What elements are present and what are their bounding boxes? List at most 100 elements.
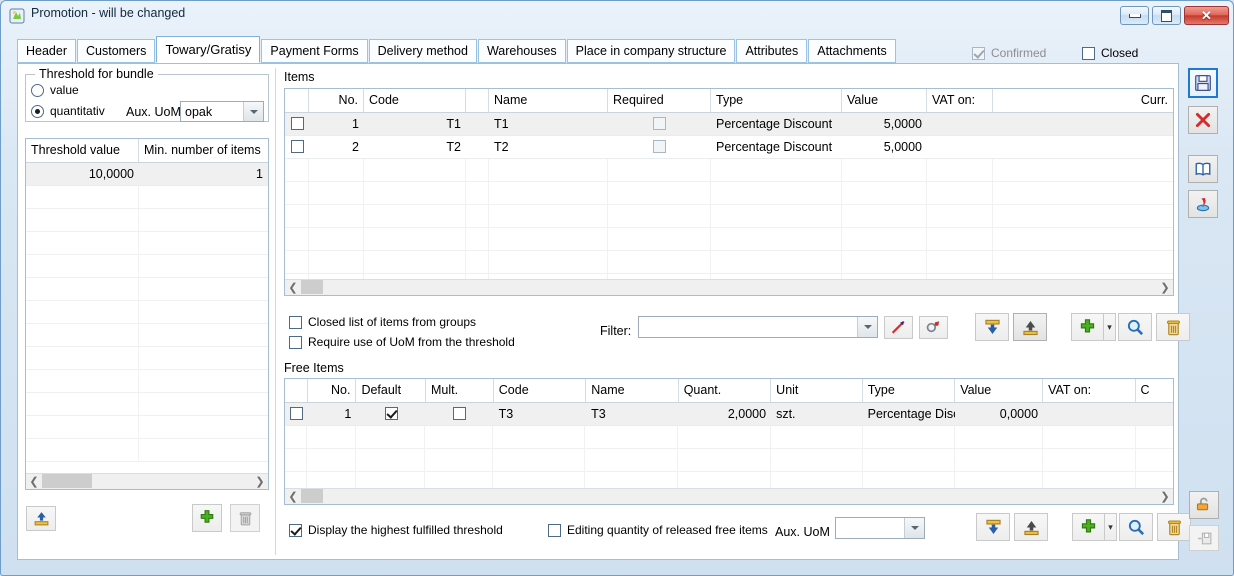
free-col-default[interactable]: Default <box>356 379 427 402</box>
free-col-name[interactable]: Name <box>586 379 679 402</box>
free-col-unit[interactable]: Unit <box>771 379 863 402</box>
radio-quantitative[interactable]: quantitativ <box>31 104 105 118</box>
table-row[interactable]: 2 T2 T2 Percentage Discount 5,0000 <box>285 136 1173 159</box>
free-col-vat-on[interactable]: VAT on: <box>1043 379 1136 402</box>
table-row[interactable]: 10,0000 1 <box>26 163 268 186</box>
close-button[interactable] <box>1188 106 1218 134</box>
row-select-checkbox[interactable] <box>290 140 304 153</box>
radio-value-button[interactable] <box>31 83 44 97</box>
filter-input[interactable] <box>638 316 878 338</box>
free-col-quant[interactable]: Quant. <box>679 379 772 402</box>
threshold-col-threshold-value[interactable]: Threshold value <box>26 139 139 162</box>
free-col-type[interactable]: Type <box>863 379 956 402</box>
free-col-select[interactable] <box>285 379 308 402</box>
free-items-grid[interactable]: No. Default Mult. Code Name Quant. Unit … <box>284 378 1174 505</box>
free-col-mult[interactable]: Mult. <box>426 379 494 402</box>
items-search-button[interactable] <box>1118 313 1152 341</box>
scroll-right-icon[interactable]: ❯ <box>252 474 268 490</box>
free-items-grid-hscrollbar[interactable]: ❮ ❯ <box>285 488 1173 504</box>
closed-list-checkbox-box[interactable] <box>289 315 302 329</box>
free-col-no[interactable]: No. <box>308 379 357 402</box>
items-import-button[interactable] <box>975 313 1009 341</box>
tab-payment-forms[interactable]: Payment Forms <box>261 39 368 63</box>
tab-towary-gratisy[interactable]: Towary/Gratisy <box>156 36 261 63</box>
editing-quantity-checkbox-box[interactable] <box>548 523 561 537</box>
scroll-right-icon[interactable]: ❯ <box>1157 280 1173 296</box>
radio-value[interactable]: value <box>31 83 79 97</box>
items-delete-button[interactable] <box>1156 313 1190 341</box>
items-col-required[interactable]: Required <box>608 89 711 112</box>
free-items-import-button[interactable] <box>976 513 1010 541</box>
scroll-track[interactable] <box>42 473 252 490</box>
row-select-checkbox[interactable] <box>290 407 303 420</box>
paste-button[interactable] <box>1188 190 1218 218</box>
threshold-grid-hscrollbar[interactable]: ❮ ❯ <box>26 473 268 489</box>
threshold-grid[interactable]: Threshold value Min. number of items 10,… <box>25 138 269 490</box>
clear-filter-button[interactable] <box>884 316 913 339</box>
tab-attributes[interactable]: Attributes <box>736 39 808 63</box>
cell-mult-checkbox[interactable] <box>453 407 467 420</box>
scroll-left-icon[interactable]: ❮ <box>285 280 301 296</box>
save-button[interactable] <box>1188 68 1218 98</box>
editing-quantity-checkbox[interactable]: Editing quantity of released free items <box>548 523 768 537</box>
tab-header[interactable]: Header <box>17 39 76 63</box>
tab-place-in-company-structure[interactable]: Place in company structure <box>566 39 736 63</box>
free-items-export-button[interactable] <box>1014 513 1048 541</box>
close-button[interactable]: ✕ <box>1184 6 1229 25</box>
threshold-aux-uom-combo[interactable]: opak <box>180 101 264 122</box>
filter-builder-button[interactable] <box>919 316 948 339</box>
table-row[interactable]: 1 T1 T1 Percentage Discount 5,0000 <box>285 113 1173 136</box>
items-col-no[interactable]: No. <box>309 89 364 112</box>
closed-checkbox-box[interactable] <box>1082 46 1095 60</box>
items-col-name[interactable]: Name <box>489 89 608 112</box>
items-col-select[interactable] <box>285 89 309 112</box>
items-col-vat-on[interactable]: VAT on: <box>927 89 993 112</box>
unlock-button[interactable] <box>1189 491 1219 519</box>
tab-delivery-method[interactable]: Delivery method <box>368 39 477 63</box>
panel-divider[interactable] <box>275 68 276 555</box>
threshold-add-button[interactable] <box>192 504 222 532</box>
threshold-col-min-items[interactable]: Min. number of items <box>139 139 268 162</box>
items-export-button[interactable] <box>1013 313 1047 341</box>
radio-quantitative-button[interactable] <box>31 104 44 118</box>
row-select-checkbox[interactable] <box>290 117 304 130</box>
items-col-value[interactable]: Value <box>842 89 927 112</box>
items-grid[interactable]: No. Code Name Required Type Value VAT on… <box>284 88 1174 296</box>
chevron-down-icon[interactable] <box>904 518 924 538</box>
scroll-left-icon[interactable]: ❮ <box>285 489 301 505</box>
tab-customers[interactable]: Customers <box>77 39 156 63</box>
help-book-button[interactable] <box>1188 155 1218 183</box>
free-items-add-button[interactable] <box>1072 513 1104 541</box>
require-uom-checkbox-box[interactable] <box>289 335 302 349</box>
items-col-type[interactable]: Type <box>711 89 842 112</box>
free-col-value[interactable]: Value <box>955 379 1044 402</box>
items-col-curr[interactable]: Curr. <box>993 89 1173 112</box>
free-items-add-dropdown-button[interactable]: ▾ <box>1104 513 1117 541</box>
closed-list-checkbox[interactable]: Closed list of items from groups <box>289 315 476 329</box>
free-items-aux-uom-combo[interactable] <box>835 517 925 539</box>
closed-checkbox[interactable]: Closed <box>1082 46 1138 60</box>
free-col-code[interactable]: Code <box>494 379 587 402</box>
chevron-down-icon[interactable] <box>243 102 263 121</box>
chevron-down-icon[interactable] <box>857 317 877 337</box>
items-grid-hscrollbar[interactable]: ❮ ❯ <box>285 279 1173 295</box>
scroll-track[interactable] <box>301 279 1157 296</box>
free-items-delete-button[interactable] <box>1157 513 1191 541</box>
scroll-left-icon[interactable]: ❮ <box>26 474 42 490</box>
tab-warehouses[interactable]: Warehouses <box>477 39 566 63</box>
threshold-export-button[interactable] <box>26 506 56 531</box>
items-add-dropdown-button[interactable]: ▾ <box>1103 313 1116 341</box>
items-col-code2[interactable] <box>466 89 489 112</box>
require-uom-checkbox[interactable]: Require use of UoM from the threshold <box>289 335 515 349</box>
free-col-curr[interactable]: C <box>1136 379 1173 402</box>
display-highest-threshold-checkbox[interactable]: Display the highest fulfilled threshold <box>289 523 503 537</box>
items-add-button[interactable] <box>1071 313 1103 341</box>
free-items-search-button[interactable] <box>1119 513 1153 541</box>
minimize-button[interactable] <box>1120 6 1149 25</box>
maximize-button[interactable] <box>1152 6 1181 25</box>
cell-default-checkbox[interactable] <box>384 407 398 420</box>
scroll-right-icon[interactable]: ❯ <box>1157 489 1173 505</box>
scroll-track[interactable] <box>301 488 1157 505</box>
tab-attachments[interactable]: Attachments <box>808 39 896 63</box>
table-row[interactable]: 1 T3 T3 2,0000 szt. Percentage Disco 0,0… <box>285 403 1173 426</box>
